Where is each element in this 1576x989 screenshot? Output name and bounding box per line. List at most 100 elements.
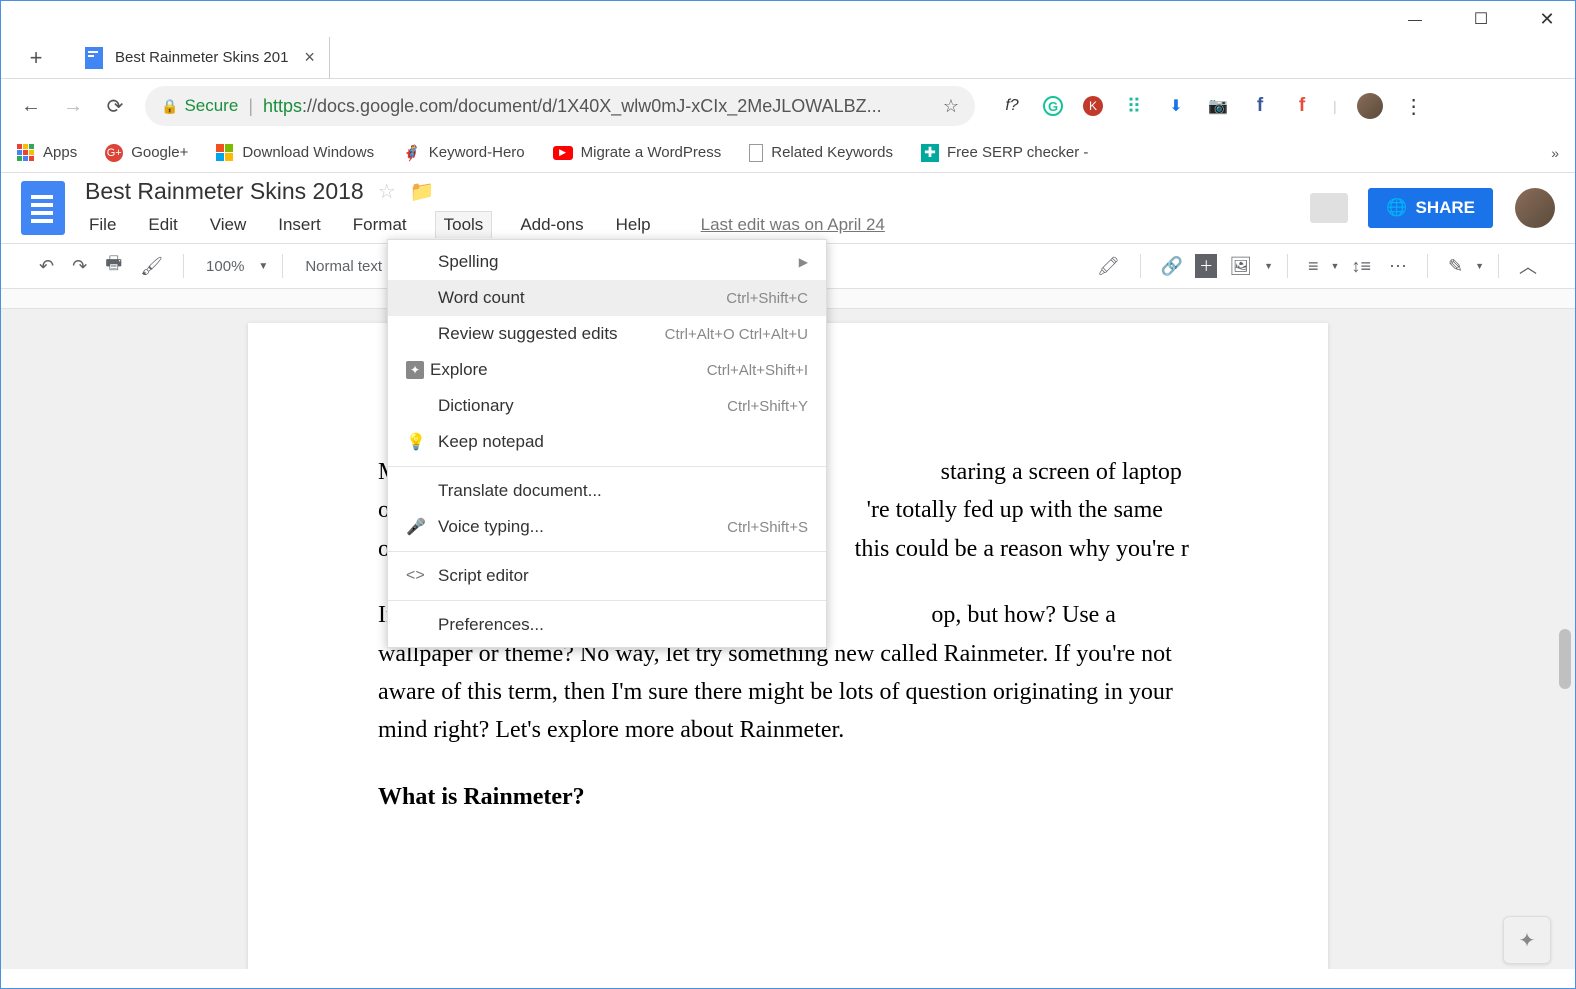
tools-keep-notepad-item[interactable]: 💡Keep notepad	[388, 424, 826, 460]
collapse-toolbar-button[interactable]: ︿	[1513, 249, 1543, 283]
gplus-icon: G+	[105, 144, 123, 162]
explore-icon: ✦	[406, 361, 424, 379]
bookmark-label: Apps	[43, 144, 77, 161]
share-label: SHARE	[1415, 198, 1475, 218]
bookmark-label: Keyword-Hero	[429, 144, 525, 161]
tab-close-button[interactable]: ×	[304, 47, 315, 68]
menu-insert[interactable]: Insert	[274, 211, 325, 239]
document-heading[interactable]: What is Rainmeter?	[378, 778, 1198, 816]
menu-view[interactable]: View	[206, 211, 251, 239]
submenu-arrow-icon: ▶	[799, 255, 808, 269]
print-button[interactable]: 🖶	[99, 247, 128, 285]
url-separator: |	[248, 96, 253, 117]
paint-format-button[interactable]: 🖌	[134, 252, 169, 281]
tools-script-editor-item[interactable]: <>Script editor	[388, 558, 826, 594]
tools-word-count-item[interactable]: Word countCtrl+Shift+C	[388, 280, 826, 316]
maximize-button[interactable]: ☐	[1463, 9, 1499, 29]
more-button[interactable]: ⋯	[1383, 252, 1413, 281]
tools-preferences-item[interactable]: Preferences...	[388, 607, 826, 643]
document-title[interactable]: Best Rainmeter Skins 2018	[85, 178, 364, 205]
secure-label: Secure	[184, 96, 238, 116]
menu-addons[interactable]: Add-ons	[516, 211, 587, 239]
text-style-select[interactable]: Normal text	[297, 258, 390, 275]
bookmark-related-keywords[interactable]: Related Keywords	[749, 144, 893, 162]
code-icon: <>	[406, 567, 432, 585]
new-tab-button[interactable]: +	[21, 45, 51, 71]
bookmark-migrate-wordpress[interactable]: ▶ Migrate a WordPress	[553, 144, 722, 161]
tools-review-edits-item[interactable]: Review suggested editsCtrl+Alt+O Ctrl+Al…	[388, 316, 826, 352]
lightbulb-icon: 💡	[406, 432, 432, 452]
highlight-button[interactable]: 🖍	[1091, 252, 1126, 281]
ext-facebook-icon[interactable]: f	[1249, 95, 1271, 117]
address-bar[interactable]: 🔒 Secure | https://docs.google.com/docum…	[145, 86, 975, 126]
forward-button[interactable]: →	[57, 95, 89, 118]
tools-spelling-item[interactable]: Spelling▶	[388, 244, 826, 280]
bookmark-label: Related Keywords	[771, 144, 893, 161]
star-icon[interactable]: ☆	[378, 179, 396, 204]
bookmark-label: Migrate a WordPress	[581, 144, 722, 161]
grammarly-ext-icon[interactable]: G	[1043, 96, 1063, 116]
google-docs-logo-icon[interactable]	[21, 181, 65, 235]
tab-title: Best Rainmeter Skins 201	[115, 49, 288, 66]
insert-comment-button[interactable]: ＋	[1195, 254, 1217, 278]
bookmark-apps[interactable]: Apps	[17, 144, 77, 162]
profile-avatar-icon[interactable]	[1357, 93, 1383, 119]
docs-favicon-icon	[85, 47, 103, 69]
windows-icon	[216, 144, 234, 162]
menu-file[interactable]: File	[85, 211, 120, 239]
align-button[interactable]: ≡	[1302, 252, 1325, 281]
tools-voice-typing-item[interactable]: 🎤Voice typing...Ctrl+Shift+S	[388, 509, 826, 545]
user-avatar[interactable]	[1515, 188, 1555, 228]
globe-icon: 🌐	[1386, 198, 1407, 218]
bookmark-download-windows[interactable]: Download Windows	[216, 144, 374, 162]
zoom-select[interactable]: 100%	[198, 258, 252, 275]
undo-button[interactable]: ↶	[33, 252, 60, 281]
share-button[interactable]: 🌐 SHARE	[1368, 188, 1493, 228]
url-protocol: https	[263, 96, 302, 117]
chevron-down-icon: ▼	[1475, 261, 1484, 271]
editing-mode-button[interactable]: ✎	[1442, 252, 1469, 281]
ext-separator: |	[1333, 98, 1337, 114]
bookmark-star-icon[interactable]: ☆	[943, 96, 959, 117]
ext-k-icon[interactable]: K	[1083, 96, 1103, 116]
close-window-button[interactable]: ✕	[1529, 9, 1565, 30]
lock-icon: 🔒	[161, 98, 178, 115]
insert-link-button[interactable]: 🔗	[1155, 252, 1189, 281]
bookmark-label: Free SERP checker -	[947, 144, 1088, 161]
back-button[interactable]: ←	[15, 95, 47, 118]
vertical-scrollbar-thumb[interactable]	[1559, 629, 1571, 689]
reload-button[interactable]: ⟳	[99, 94, 131, 119]
serp-icon: ✚	[921, 144, 939, 162]
move-folder-icon[interactable]: 📁	[410, 179, 435, 204]
youtube-icon: ▶	[553, 146, 573, 160]
ext-download-icon[interactable]: ⬇	[1165, 95, 1187, 117]
bookmark-free-serp[interactable]: ✚ Free SERP checker -	[921, 144, 1088, 162]
minimize-button[interactable]: —	[1397, 11, 1433, 27]
menu-edit[interactable]: Edit	[144, 211, 181, 239]
insert-image-button[interactable]: 🖼	[1223, 252, 1258, 281]
menu-tools[interactable]: Tools	[435, 211, 493, 238]
tools-dropdown-menu: Spelling▶ Word countCtrl+Shift+C Review …	[387, 239, 827, 648]
chrome-menu-button[interactable]: ⋮	[1403, 95, 1425, 117]
url-text: ://docs.google.com/document/d/1X40X_wlw0…	[302, 96, 882, 117]
browser-tab[interactable]: Best Rainmeter Skins 201 ×	[71, 37, 330, 79]
line-spacing-button[interactable]: ↕≡	[1345, 252, 1377, 281]
menu-help[interactable]: Help	[612, 211, 655, 239]
tools-dictionary-item[interactable]: DictionaryCtrl+Shift+Y	[388, 388, 826, 424]
ext-dots-icon[interactable]: ⠿	[1123, 95, 1145, 117]
comments-button[interactable]	[1310, 193, 1348, 223]
tools-explore-item[interactable]: ✦ExploreCtrl+Alt+Shift+I	[388, 352, 826, 388]
keyword-hero-icon: 🦸	[402, 144, 421, 162]
bookmark-keyword-hero[interactable]: 🦸 Keyword-Hero	[402, 144, 525, 162]
bookmark-label: Download Windows	[242, 144, 374, 161]
whatfont-ext-icon[interactable]: f?	[1001, 95, 1023, 117]
last-edit-link[interactable]: Last edit was on April 24	[701, 215, 885, 235]
menu-format[interactable]: Format	[349, 211, 411, 239]
bookmark-overflow-button[interactable]: »	[1551, 145, 1559, 161]
ext-f2-icon[interactable]: f	[1291, 95, 1313, 117]
bookmark-googleplus[interactable]: G+ Google+	[105, 144, 188, 162]
redo-button[interactable]: ↷	[66, 252, 93, 281]
ext-camera-icon[interactable]: 📷	[1207, 95, 1229, 117]
tools-translate-item[interactable]: Translate document...	[388, 473, 826, 509]
explore-fab-button[interactable]	[1503, 916, 1551, 964]
